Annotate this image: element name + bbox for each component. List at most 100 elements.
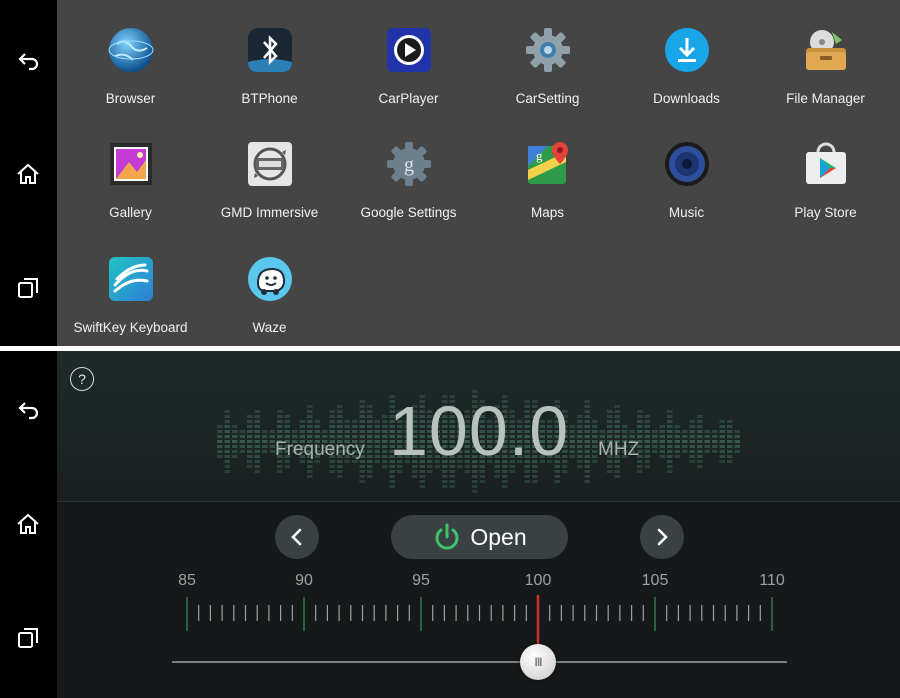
eq-segment: [247, 465, 253, 468]
eq-segment: [577, 435, 583, 438]
eq-segment: [637, 425, 643, 428]
google-gear-icon: g: [387, 142, 431, 186]
eq-segment: [712, 430, 718, 433]
eq-segment: [637, 415, 643, 418]
eq-segment: [299, 420, 305, 423]
back-button[interactable]: [8, 42, 48, 78]
eq-segment: [449, 485, 455, 488]
eq-segment: [734, 435, 740, 438]
eq-segment: [607, 425, 613, 428]
app-play-store[interactable]: Play Store: [756, 114, 895, 224]
eq-segment: [247, 420, 253, 423]
back-button[interactable]: [8, 391, 48, 427]
recents-button[interactable]: [8, 270, 48, 306]
eq-segment: [224, 470, 230, 473]
eq-segment: [577, 450, 583, 453]
speaker-icon: [665, 142, 709, 186]
app-browser[interactable]: Browser: [61, 0, 200, 110]
power-open-button[interactable]: Open: [391, 515, 568, 559]
eq-segment: [359, 470, 365, 473]
back-arrow-icon: [18, 53, 39, 71]
eq-segment: [254, 420, 260, 423]
eq-segment: [359, 480, 365, 483]
eq-segment: [592, 445, 598, 448]
app-carsetting[interactable]: CarSetting: [478, 0, 617, 110]
eq-segment: [727, 450, 733, 453]
eq-segment: [659, 440, 665, 443]
eq-segment: [359, 405, 365, 408]
knob-grip: III: [534, 655, 542, 669]
app-file-manager[interactable]: File Manager: [756, 0, 895, 110]
eq-segment: [254, 465, 260, 468]
eq-segment: [224, 455, 230, 458]
app-label: Gallery: [109, 205, 152, 220]
eq-segment: [359, 420, 365, 423]
app-google-settings[interactable]: g Google Settings: [339, 114, 478, 224]
eq-segment: [697, 415, 703, 418]
eq-segment: [224, 420, 230, 423]
eq-segment: [629, 430, 635, 433]
eq-segment: [554, 480, 560, 483]
eq-segment: [689, 430, 695, 433]
eq-segment: [644, 465, 650, 468]
seek-next-button[interactable]: [640, 515, 684, 559]
app-maps[interactable]: g Maps: [478, 114, 617, 224]
eq-segment: [637, 470, 643, 473]
eq-segment: [554, 475, 560, 478]
eq-segment: [689, 450, 695, 453]
eq-segment: [329, 435, 335, 438]
eq-segment: [307, 425, 313, 428]
eq-segment: [442, 475, 448, 478]
home-button[interactable]: [8, 506, 48, 542]
eq-segment: [584, 480, 590, 483]
svg-text:g: g: [536, 148, 543, 163]
eq-segment: [697, 420, 703, 423]
eq-segment: [329, 420, 335, 423]
app-btphone[interactable]: BTPhone: [200, 0, 339, 110]
tuner-knob[interactable]: III: [520, 644, 556, 680]
eq-segment: [637, 420, 643, 423]
eq-segment: [577, 455, 583, 458]
eq-segment: [569, 455, 575, 458]
eq-segment: [337, 470, 343, 473]
eq-segment: [284, 430, 290, 433]
app-music[interactable]: Music: [617, 114, 756, 224]
eq-segment: [254, 430, 260, 433]
eq-segment: [254, 410, 260, 413]
eq-segment: [382, 455, 388, 458]
eq-segment: [719, 440, 725, 443]
eq-segment: [307, 405, 313, 408]
eq-segment: [569, 445, 575, 448]
eq-segment: [689, 460, 695, 463]
app-waze[interactable]: Waze: [200, 229, 339, 339]
app-carplayer[interactable]: CarPlayer: [339, 0, 478, 110]
eq-segment: [254, 455, 260, 458]
eq-segment: [374, 445, 380, 448]
play-store-icon: [806, 142, 846, 184]
eq-segment: [217, 450, 223, 453]
recents-button[interactable]: [8, 620, 48, 656]
eq-segment: [607, 415, 613, 418]
eq-segment: [359, 410, 365, 413]
eq-segment: [367, 410, 373, 413]
eq-segment: [472, 485, 478, 488]
eq-segment: [682, 430, 688, 433]
eq-segment: [682, 450, 688, 453]
eq-segment: [329, 430, 335, 433]
home-icon: [17, 513, 39, 534]
app-gallery[interactable]: Gallery: [61, 114, 200, 224]
frequency-label: Frequency: [275, 439, 365, 460]
home-button[interactable]: [8, 156, 48, 192]
seek-prev-button[interactable]: [275, 515, 319, 559]
app-gmd-immersive[interactable]: GMD Immersive: [200, 114, 339, 224]
eq-segment: [479, 480, 485, 483]
app-downloads[interactable]: Downloads: [617, 0, 756, 110]
eq-segment: [314, 430, 320, 433]
app-swiftkey-keyboard[interactable]: SwiftKey Keyboard: [61, 229, 200, 339]
eq-segment: [614, 415, 620, 418]
launcher-screen: Browser BTPhone CarPlayer CarSetting Dow…: [0, 0, 900, 346]
eq-segment: [584, 405, 590, 408]
app-label: CarSetting: [515, 91, 580, 106]
eq-segment: [367, 430, 373, 433]
help-button[interactable]: ?: [70, 367, 94, 391]
